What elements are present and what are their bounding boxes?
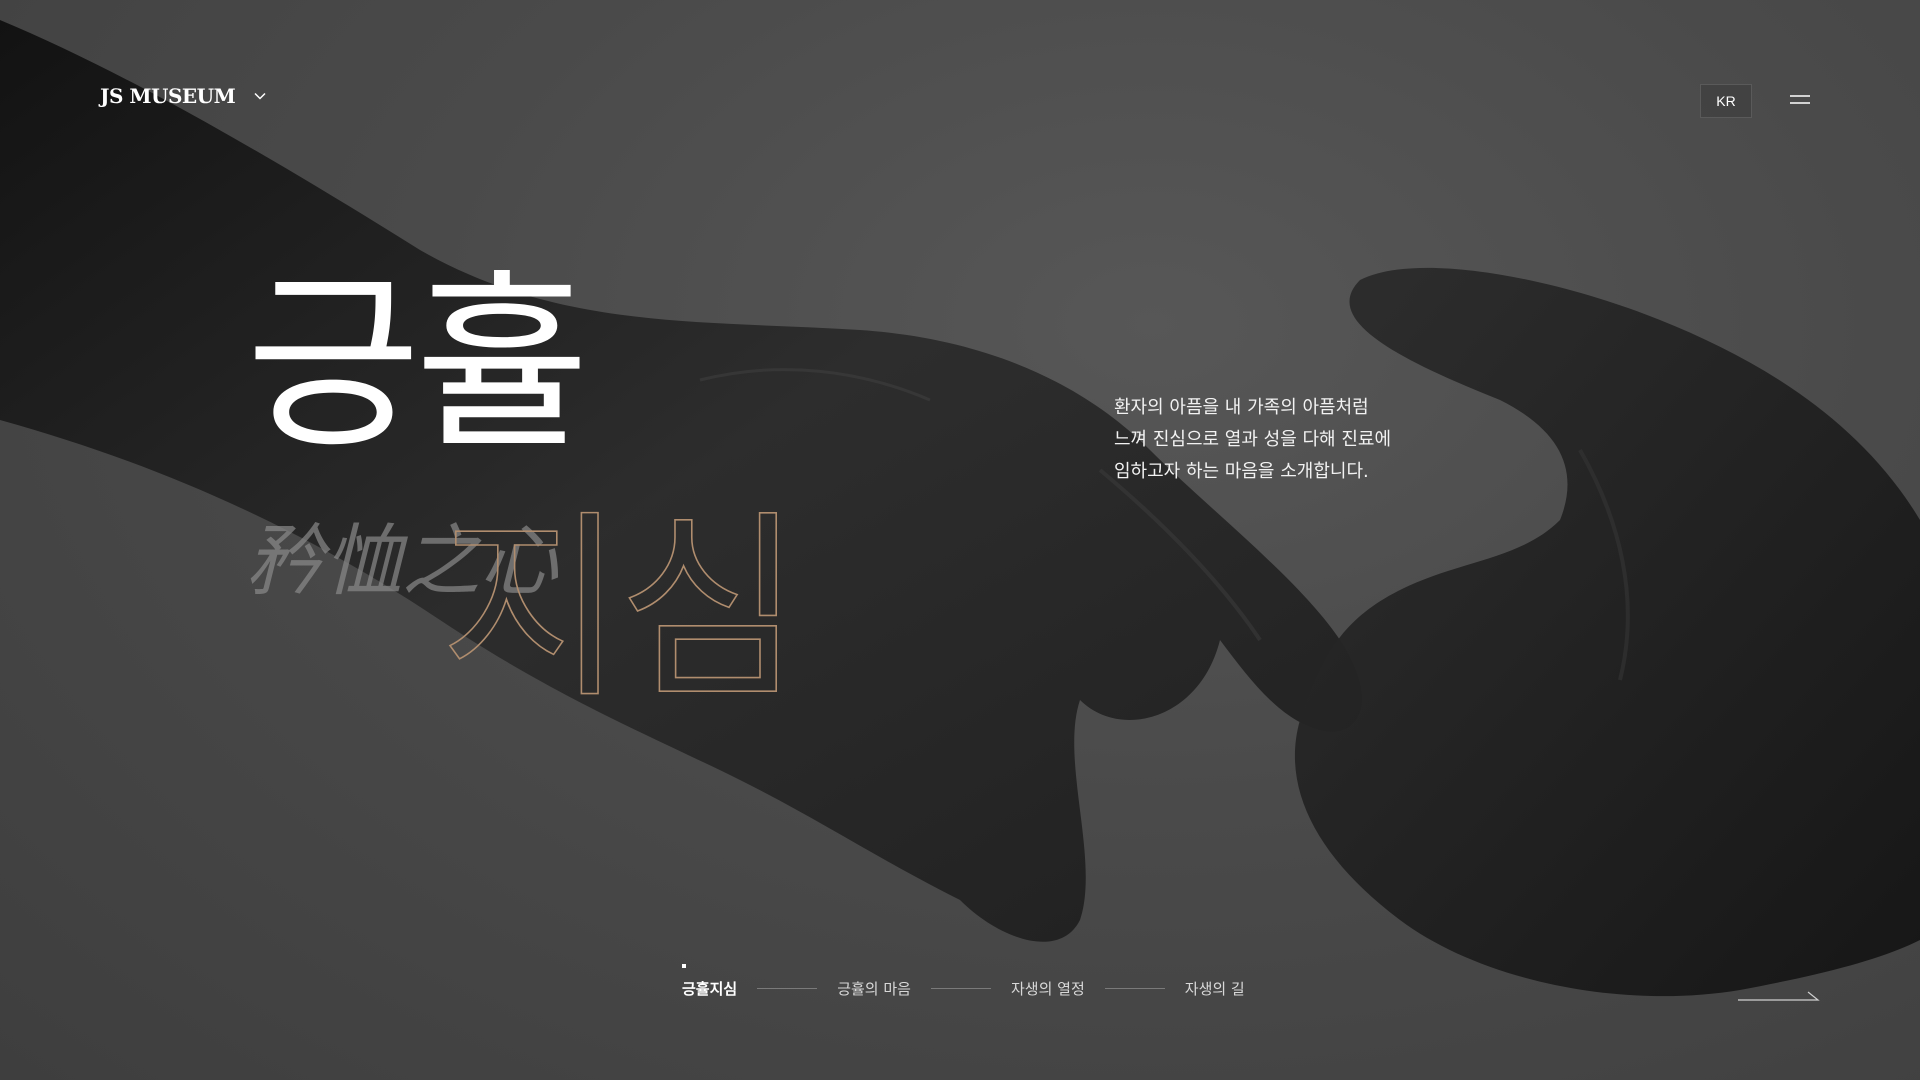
description-line: 임하고자 하는 마음을 소개합니다. <box>1114 461 1369 482</box>
site-logo[interactable]: JS MUSEUM <box>100 84 267 108</box>
section-nav: 긍휼지심 긍휼의 마음 자생의 열정 자생의 길 <box>682 964 1245 999</box>
hero-title-line1: 긍휼 <box>246 254 590 475</box>
hamburger-menu-icon[interactable] <box>1782 88 1818 112</box>
nav-divider <box>757 988 818 989</box>
nav-item-label: 자생의 길 <box>1184 980 1245 998</box>
hero-description: 환자의 아픔을 내 가족의 아픔처럼 느껴 진심으로 열과 성을 다해 진료에 … <box>1114 392 1534 488</box>
hero-section: JS MUSEUM KR 긍휼 矜恤之心 지심 환자의 아픔을 내 가족의 아픔… <box>0 0 1920 1080</box>
description-line: 느껴 진심으로 열과 성을 다해 진료에 <box>1114 429 1392 450</box>
nav-item-path[interactable]: 자생의 길 <box>1185 978 1245 999</box>
nav-item-label: 자생의 열정 <box>1010 980 1085 998</box>
nav-item-compassion[interactable]: 긍휼지심 <box>682 964 738 999</box>
arrow-right-icon[interactable] <box>1736 988 1820 1004</box>
hero-title-line2: 지심 <box>439 493 803 726</box>
nav-item-heart[interactable]: 긍휼의 마음 <box>837 978 911 999</box>
nav-item-label: 긍휼지심 <box>682 980 738 998</box>
active-indicator <box>682 964 686 968</box>
description-line: 환자의 아픔을 내 가족의 아픔처럼 <box>1114 397 1369 418</box>
nav-divider <box>1104 988 1165 989</box>
nav-item-label: 긍휼의 마음 <box>837 980 911 998</box>
nav-divider <box>930 988 991 989</box>
logo-text: JS MUSEUM <box>100 84 236 108</box>
language-button[interactable]: KR <box>1700 84 1752 118</box>
nav-item-passion[interactable]: 자생의 열정 <box>1011 978 1085 999</box>
chevron-down-icon[interactable] <box>253 89 267 103</box>
